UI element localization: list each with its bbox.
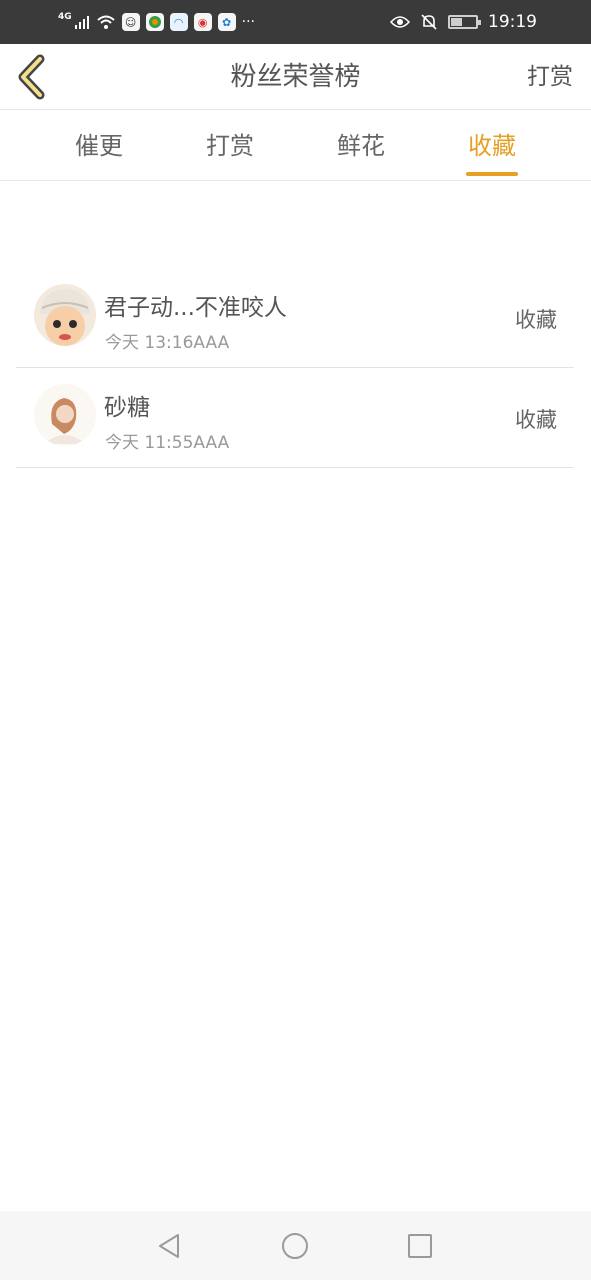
status-bar: 4G ☺ ◠ ◉ ✿ ··· 19:19 — [0, 0, 591, 44]
timestamp: 今天 11:55AAA — [105, 433, 230, 453]
active-tab-indicator — [466, 172, 518, 176]
battery-icon — [448, 15, 481, 29]
baidu-app-icon: ✿ — [217, 13, 236, 31]
system-navigation-bar — [0, 1211, 591, 1280]
more-notifications: ··· — [241, 14, 256, 30]
favorite-label: 收藏 — [515, 308, 557, 332]
tab-label: 收藏 — [468, 132, 516, 160]
home-circle-icon[interactable] — [280, 1231, 310, 1261]
status-left: 4G ☺ ◠ ◉ ✿ ··· — [58, 10, 255, 34]
tab-label: 鲜花 — [337, 132, 385, 160]
list-item[interactable]: 砂糖 今天 11:55AAA 收藏 — [16, 368, 574, 468]
tab-reward[interactable]: 打赏 — [180, 110, 280, 181]
app-icon: ◠ — [169, 13, 188, 31]
signal-icon — [74, 16, 89, 29]
back-triangle-icon[interactable] — [154, 1231, 184, 1261]
network-type: 4G — [58, 12, 72, 22]
list-item[interactable]: 君子动...不准咬人 今天 13:16AAA 收藏 — [16, 268, 574, 368]
browser-app-icon — [145, 13, 164, 31]
eye-icon — [390, 16, 410, 28]
tab-favorites[interactable]: 收藏 — [442, 110, 542, 181]
page-title: 粉丝荣誉榜 — [230, 62, 361, 92]
avatar — [34, 284, 96, 346]
tab-bar: 催更 打赏 鲜花 收藏 — [0, 110, 591, 181]
tab-label: 打赏 — [206, 132, 254, 160]
user-name: 砂糖 — [104, 395, 150, 421]
app-header: 粉丝荣誉榜 打赏 — [0, 44, 591, 110]
battery-level — [451, 18, 462, 26]
weibo-app-icon: ◉ — [193, 13, 212, 31]
status-right: 19:19 — [390, 10, 537, 34]
wifi-icon — [96, 15, 115, 29]
favorite-label: 收藏 — [515, 408, 557, 432]
clock: 19:19 — [488, 12, 537, 32]
tab-urge-update[interactable]: 催更 — [49, 110, 149, 181]
tab-label: 催更 — [75, 132, 123, 160]
tab-flowers[interactable]: 鲜花 — [311, 110, 411, 181]
user-name: 君子动...不准咬人 — [104, 295, 287, 321]
bell-off-icon — [421, 14, 437, 30]
reward-button[interactable]: 打赏 — [527, 44, 573, 110]
recent-apps-square-icon[interactable] — [405, 1231, 435, 1261]
qq-app-icon: ☺ — [121, 13, 140, 31]
avatar — [34, 384, 96, 446]
timestamp: 今天 13:16AAA — [105, 333, 230, 353]
fan-list: 君子动...不准咬人 今天 13:16AAA 收藏 砂糖 今天 11:55AAA… — [16, 268, 574, 468]
